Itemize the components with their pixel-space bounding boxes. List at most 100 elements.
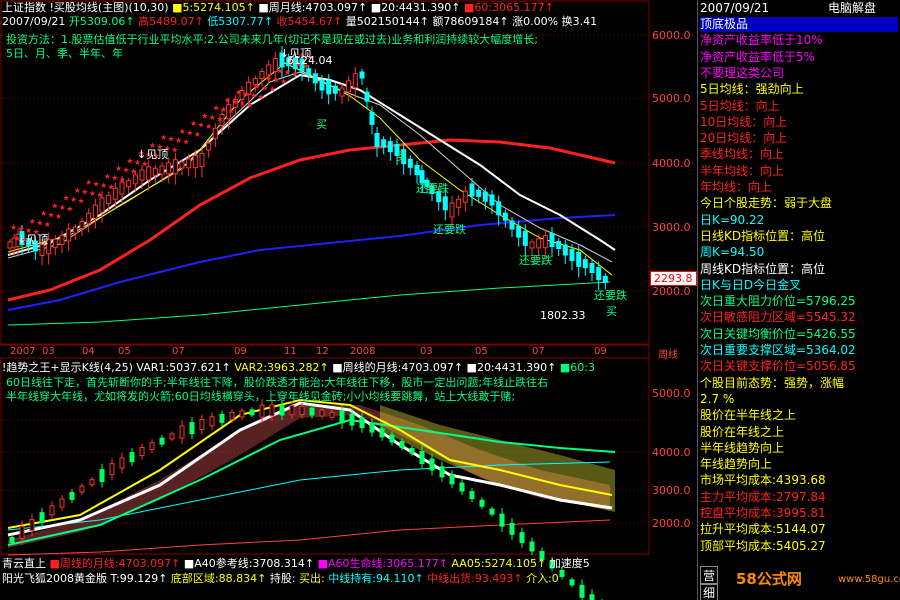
signal-annotation: 还要跌 (519, 254, 552, 267)
buy-zone-marker: ★ (66, 204, 73, 213)
y-tick-label: 3000.0 (652, 484, 691, 497)
row-item: 买出: (299, 572, 329, 585)
sidebar-tab-2[interactable]: 细 (700, 583, 719, 600)
candle-body (179, 161, 185, 169)
row-item: 阳光飞狐2008黄金版 (2, 572, 111, 585)
candle-body (469, 183, 475, 197)
candle-body (602, 275, 608, 283)
buy-zone-marker: ★ (96, 190, 103, 199)
candle-body (536, 238, 542, 249)
bottom-candle-body (409, 447, 415, 454)
buy-zone-marker: ★ (179, 127, 186, 136)
bottom-candle-body (529, 541, 535, 552)
bottom-candle-body (149, 442, 155, 451)
bottom-candle-body (169, 433, 175, 440)
sidebar-line: 日线KD指标位置：高位 (700, 228, 826, 243)
watermark-text: 58公式网 (736, 570, 802, 588)
x-tick-label: 03 (42, 346, 55, 357)
top-title-row: 上证指数 !买股均线(主图)(10,30) ■5:5274.105↑ ■周月线:… (2, 1, 554, 14)
candle-body (381, 139, 387, 148)
bottom-candle-body (59, 498, 65, 508)
signal-annotation: ↓见顶 (280, 47, 312, 60)
buy-zone-marker: ★ (44, 220, 51, 229)
candle-body (549, 233, 555, 247)
row-item: ■周月线:4703.097↑ (258, 1, 371, 14)
x-tick-label: 05 (475, 346, 488, 357)
bottom-candle-body (29, 519, 35, 532)
buy-zone-marker: ★ (40, 209, 47, 218)
candle-body (374, 133, 380, 147)
y-tick-label: 4000.0 (652, 157, 691, 170)
candle-body (407, 158, 413, 168)
candle-body (172, 159, 178, 175)
sidebar-line: 日K与日D今日金叉 (700, 277, 802, 292)
bottom-candle-body (249, 409, 255, 416)
candle-body (542, 235, 548, 249)
sidebar-line: 市场平均成本:4393.68 (700, 473, 826, 488)
bottom-candle-body (399, 441, 405, 449)
row-item: ■60:3065.177↑ (464, 1, 554, 14)
y-tick-label: 4000.0 (652, 446, 691, 459)
bottom-candle-body (499, 513, 505, 527)
buy-zone-marker: ★ (29, 217, 36, 226)
candle-body (456, 198, 462, 208)
signal-annotation: 买 (316, 118, 327, 131)
sidebar-date: 2007/09/21 (700, 1, 770, 15)
row-item: 额78609184↑ (432, 15, 513, 28)
sidebar-line: 不要理这类公司 (700, 65, 785, 80)
bottom-candle-body (109, 463, 115, 476)
buy-zone-marker: ★ (81, 187, 88, 196)
buy-zone-marker: ★ (63, 194, 70, 203)
bottom-candle-body (179, 425, 185, 439)
buy-zone-marker: ★ (194, 130, 201, 139)
sidebar-line: 2.7 % (700, 391, 735, 406)
bottom-candle-body (359, 417, 365, 429)
row-item: 收5454.67↑ (276, 15, 346, 28)
buy-zone-marker: ★ (276, 66, 283, 75)
buy-zone-marker: ★ (55, 212, 62, 221)
bottom-candle-body (159, 437, 165, 445)
bottom-candle-body (339, 410, 345, 424)
row-item: 中线持有:94.110↑ (328, 572, 428, 585)
bottom-candle-body (79, 485, 85, 493)
buy-zone-marker: ★ (280, 77, 287, 86)
bottom-candle-body (199, 418, 205, 430)
buy-zone-marker: ★ (291, 69, 298, 78)
candle-body (576, 251, 582, 267)
row-item: 加速度5 (549, 557, 590, 570)
buy-zone-marker: ★ (168, 135, 175, 144)
buy-zone-marker: ★ (183, 138, 190, 147)
candle-body (139, 169, 145, 181)
buy-zone-marker: ★ (246, 100, 253, 109)
buy-zone-marker: ★ (209, 113, 216, 122)
sidebar-line: 拉升平均成本:5144.07 (700, 522, 826, 537)
sidebar-label[interactable]: 电脑解盘 (828, 1, 876, 16)
row-item: ■周线的月线:4703.097↑ (332, 361, 467, 374)
bottom-candle-body (89, 479, 95, 486)
chart-canvas[interactable]: ★★★★★★★★★★★★★★★★★★★★★★★★★★★★★★★★★★★★★★★★… (0, 0, 697, 600)
row-item: 量502150144↑ (345, 15, 433, 28)
buy-zone-marker: ★ (119, 175, 126, 184)
candle-body (312, 73, 318, 84)
candle-body (496, 201, 502, 216)
buy-zone-marker: ★ (265, 74, 272, 83)
row-item: 介入:0 (526, 572, 559, 585)
x-tick-label: 07 (172, 346, 185, 357)
sidebar-line: 净资产收益率低于5% (700, 49, 816, 64)
ma-5-line (7, 62, 613, 276)
row-item: ■A40参考线:3708.314↑ (183, 557, 318, 570)
sidebar-line: 周K=94.50 (700, 245, 765, 260)
method-line-2: 5日、月、季、半年、年 (6, 47, 123, 60)
y-tick-label: 2000.0 (652, 285, 691, 298)
buy-zone-marker: ★ (205, 122, 212, 131)
bottom-candle-body (449, 474, 455, 485)
candle-body (326, 80, 332, 95)
row-item: !趋势之王+显示K线(4,25) (2, 361, 137, 374)
ma-60-line (7, 138, 616, 302)
candle-body (159, 165, 165, 175)
row-item: 底部区域:88.834↑ (170, 572, 270, 585)
bottom-candle-body (429, 458, 435, 471)
buy-zone-marker: ★ (284, 68, 291, 77)
sidebar-line: 年均线：向上 (700, 180, 773, 194)
bottom-candle-body (379, 428, 385, 438)
